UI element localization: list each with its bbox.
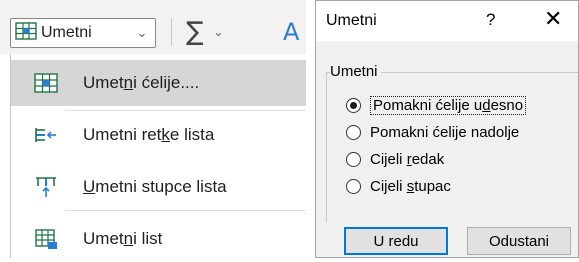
- insert-columns-icon: [33, 174, 59, 200]
- menu-divider: [65, 210, 307, 211]
- radio-button[interactable]: [346, 151, 361, 167]
- radio-shift-cells-down[interactable]: Pomakni ćelije nadolje: [346, 120, 519, 144]
- radio-label: Cijeli redak: [370, 150, 445, 168]
- excel-panel: Umetni ⌄ ∑ ⌄ A Umetni ćelije.... Umetni …: [0, 0, 307, 258]
- insert-sheet-icon: [33, 226, 59, 252]
- close-icon[interactable]: ✕: [544, 7, 562, 32]
- radio-button[interactable]: [346, 178, 361, 194]
- ribbon-divider: [171, 18, 172, 46]
- insert-dialog: Umetni ? ✕ Umetni Pomakni ćelije udesno …: [315, 0, 579, 258]
- menu-item-label: Umetni stupce lista: [83, 177, 227, 196]
- panel-gap: [306, 0, 315, 258]
- ribbon: Umetni ⌄ ∑ ⌄ A: [0, 0, 306, 54]
- radio-entire-row[interactable]: Cijeli redak: [346, 147, 444, 171]
- insert-dropdown-menu: Umetni ćelije.... Umetni retke lista Ume…: [10, 54, 307, 258]
- dialog-titlebar[interactable]: Umetni ? ✕: [316, 1, 578, 41]
- insert-cells-icon: [33, 70, 59, 96]
- group-label: Umetni: [330, 63, 381, 80]
- radio-label: Pomakni ćelije nadolje: [370, 123, 520, 141]
- radio-button[interactable]: [346, 97, 361, 113]
- sort-filter-icon[interactable]: A: [283, 18, 299, 46]
- menu-item-label: Umetni ćelije....: [83, 73, 200, 92]
- radio-label: Cijeli stupac: [370, 177, 451, 195]
- insert-button[interactable]: Umetni: [11, 19, 129, 47]
- radio-label: Pomakni ćelije udesno: [370, 95, 527, 115]
- radio-entire-column[interactable]: Cijeli stupac: [346, 174, 451, 198]
- menu-item-insert-rows[interactable]: Umetni retke lista: [11, 112, 307, 158]
- insert-button-label: Umetni: [41, 24, 92, 41]
- menu-item-label: Umetni retke lista: [83, 125, 215, 144]
- insert-cells-icon: [15, 21, 37, 45]
- chevron-down-icon[interactable]: ⌄: [214, 25, 224, 39]
- radio-button[interactable]: [346, 124, 361, 140]
- ok-button[interactable]: U redu: [344, 227, 448, 255]
- cancel-button[interactable]: Odustani: [467, 227, 571, 255]
- menu-item-label: Umetni list: [83, 229, 163, 248]
- radio-shift-cells-right[interactable]: Pomakni ćelije udesno: [346, 93, 527, 117]
- menu-item-insert-sheet[interactable]: Umetni list: [11, 216, 307, 262]
- menu-divider: [65, 110, 307, 111]
- chevron-down-icon[interactable]: ⌄: [129, 19, 155, 47]
- autosum-button[interactable]: ∑ ⌄: [186, 16, 224, 48]
- autosum-icon: ∑: [186, 17, 204, 47]
- menu-item-insert-columns[interactable]: Umetni stupce lista: [11, 164, 307, 210]
- dialog-title: Umetni: [326, 12, 377, 29]
- menu-item-insert-cells[interactable]: Umetni ćelije....: [11, 60, 307, 106]
- help-icon[interactable]: ?: [486, 10, 495, 30]
- insert-rows-icon: [33, 122, 59, 148]
- insert-split-button[interactable]: Umetni ⌄: [10, 18, 156, 48]
